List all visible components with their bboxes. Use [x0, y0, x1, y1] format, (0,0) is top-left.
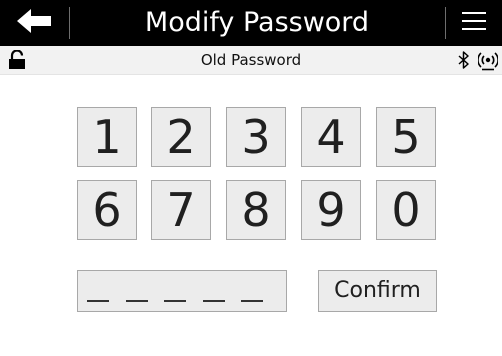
password-digit-slot	[164, 300, 186, 302]
back-arrow-icon	[17, 9, 51, 37]
confirm-button[interactable]: Confirm	[318, 270, 437, 312]
key-8[interactable]: 8	[226, 180, 286, 240]
menu-button[interactable]	[446, 0, 502, 46]
password-digit-slot	[202, 300, 225, 302]
password-input[interactable]	[77, 270, 287, 312]
key-1[interactable]: 1	[77, 107, 137, 167]
key-7[interactable]: 7	[151, 180, 211, 240]
status-bar: Old Password	[0, 46, 502, 75]
wireless-signal-icon	[477, 49, 499, 75]
password-digit-slot	[87, 300, 109, 302]
key-3[interactable]: 3	[226, 107, 286, 167]
hamburger-menu-icon	[462, 11, 486, 35]
back-button[interactable]	[0, 0, 68, 46]
key-5[interactable]: 5	[376, 107, 436, 167]
status-label: Old Password	[200, 51, 302, 69]
bluetooth-icon	[458, 51, 470, 73]
key-6[interactable]: 6	[77, 180, 137, 240]
password-digit-slot	[125, 300, 148, 302]
key-4[interactable]: 4	[301, 107, 361, 167]
password-digit-slot	[241, 300, 263, 302]
key-2[interactable]: 2	[151, 107, 211, 167]
key-9[interactable]: 9	[301, 180, 361, 240]
key-0[interactable]: 0	[376, 180, 436, 240]
page-title: Modify Password	[144, 7, 370, 38]
title-bar: Modify Password	[0, 0, 502, 46]
